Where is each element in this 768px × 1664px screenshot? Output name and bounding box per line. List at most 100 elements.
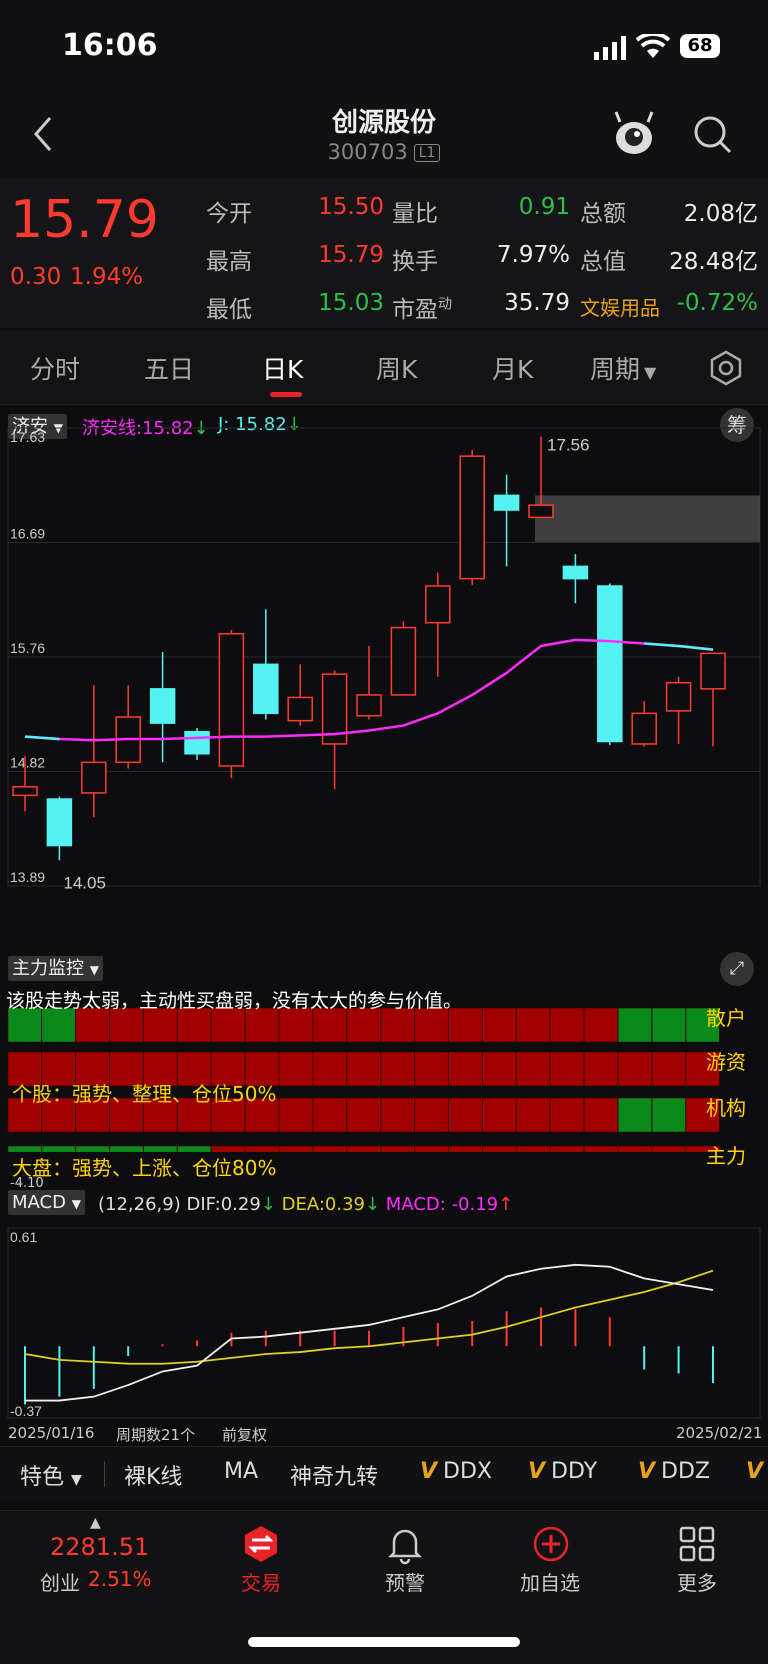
add-watchlist-label[interactable]: 加自选 xyxy=(500,1567,600,1596)
tab-intraday[interactable]: 分时 xyxy=(30,350,80,386)
trade-label[interactable]: 交易 xyxy=(211,1567,311,1596)
toolbar-ddz[interactable]: V DDZ xyxy=(638,1459,710,1484)
ribbon-cell xyxy=(448,1051,483,1087)
ribbon-cell xyxy=(380,1145,415,1152)
expand-icon[interactable]: ⤢ xyxy=(720,952,754,986)
ribbon-cell xyxy=(346,1145,381,1152)
toolbar-featured-label: 特色 xyxy=(20,1465,65,1490)
monitor-name-box: 主力监控 ▼ xyxy=(8,956,103,981)
ribbon-cell xyxy=(651,1097,686,1133)
candle-body xyxy=(631,712,657,745)
ribbon-cell xyxy=(109,1007,144,1043)
macd-params: (12,26,9) xyxy=(98,1194,181,1215)
mcap-label: 总值 xyxy=(580,249,626,275)
tab-monthly-k[interactable]: 月K xyxy=(492,350,533,386)
toolbar-naked-k[interactable]: 裸K线 xyxy=(124,1459,182,1491)
tab-five-day[interactable]: 五日 xyxy=(144,350,194,386)
pe-label: 市盈动 xyxy=(392,290,452,324)
ribbon-cell xyxy=(516,1007,551,1043)
toolbar-ddy-label: DDY xyxy=(551,1459,598,1484)
triangle-down-icon: ▼ xyxy=(89,963,99,977)
jian-line-start xyxy=(24,735,60,741)
ribbon-cell xyxy=(448,1097,483,1133)
retail-label: 散户 xyxy=(706,1006,746,1030)
adjust-mode[interactable]: 前复权 xyxy=(222,1424,267,1445)
ribbon-cell xyxy=(177,1007,212,1043)
ribbon-cell xyxy=(312,1145,347,1152)
mainforce-label: 主力 xyxy=(706,1144,746,1168)
toolbar-more-v[interactable]: V xyxy=(746,1459,768,1484)
toolbar-ddy[interactable]: V DDY xyxy=(528,1459,597,1484)
toolbar-ma[interactable]: MA xyxy=(224,1459,258,1484)
bell-icon[interactable] xyxy=(386,1525,424,1565)
candle-body xyxy=(149,688,176,724)
dif-label: DIF: xyxy=(186,1194,221,1215)
macd-label: MACD: xyxy=(385,1194,446,1215)
dea-label: DEA: xyxy=(281,1194,325,1215)
stock-code-text: 300703 xyxy=(327,140,408,164)
triangle-down-icon: ▼ xyxy=(644,363,657,382)
vip-v-icon: V xyxy=(638,1459,656,1484)
indicator-toolbar: 特色 ▼ 裸K线 MA 神奇九转 V DDX V DDY V DDZ V xyxy=(0,1446,768,1499)
vip-v-icon: V xyxy=(528,1459,546,1484)
ribbon-cell xyxy=(7,1007,42,1043)
macd-name: MACD xyxy=(12,1192,66,1213)
toolbar-featured[interactable]: 特色 ▼ xyxy=(20,1459,82,1491)
y-axis-label: 17.63 xyxy=(10,429,45,445)
tab-weekly-k[interactable]: 周K xyxy=(376,350,417,386)
ribbon-cell xyxy=(278,1007,313,1043)
index-value[interactable]: 2281.51 xyxy=(50,1533,149,1561)
ribbon-cell xyxy=(278,1097,313,1133)
market-status-text: 大盘：强势、上涨、仓位80% xyxy=(12,1156,277,1180)
monitor-small-value: -4.10 xyxy=(10,1176,44,1191)
candle-body xyxy=(46,798,73,847)
price-change: 0.30 xyxy=(10,264,62,290)
low-value: 15.03 xyxy=(318,290,384,316)
toolbar-ddx[interactable]: V DDX xyxy=(420,1459,492,1484)
candle-body xyxy=(218,632,245,767)
kline-chart[interactable]: 17.63 16.69 15.76 14.82 13.89 17.56 14.05 xyxy=(0,406,768,946)
arrow-down-icon: ↓ xyxy=(260,1194,276,1215)
caret-up-icon[interactable]: ▲ xyxy=(90,1515,101,1531)
candle-body xyxy=(459,455,485,580)
settings-hex-icon[interactable] xyxy=(708,350,744,386)
more-label[interactable]: 更多 xyxy=(647,1567,747,1596)
search-icon[interactable] xyxy=(692,114,734,156)
macd-chart[interactable]: 0.61 -0.37 xyxy=(0,1218,768,1428)
monitor-selector[interactable]: 主力监控 ▼ xyxy=(8,954,103,981)
candle-body xyxy=(253,663,279,715)
ribbon-cell xyxy=(651,1145,686,1152)
y-axis-label: 16.69 xyxy=(10,526,45,542)
dea-value: 0.39 xyxy=(324,1194,365,1215)
add-watchlist-icon[interactable] xyxy=(532,1525,570,1563)
pe-label-text: 市盈 xyxy=(392,297,438,323)
quote-panel: 15.79 0.30 1.94% 今开 15.50 最高 15.79 最低 15… xyxy=(0,178,768,328)
macd-selector[interactable]: MACD ▼ xyxy=(8,1190,85,1215)
chart-area: 济安 ▼ 济安线:15.82↓ J: 15.82↓ 筹 17.63 16.69 15… xyxy=(0,406,768,1446)
ribbon-cell xyxy=(346,1051,381,1087)
candle-body xyxy=(390,626,417,696)
trade-icon[interactable] xyxy=(242,1525,280,1563)
mascot-icon[interactable] xyxy=(612,110,656,158)
ribbon-cell xyxy=(448,1145,483,1152)
ribbon-cell xyxy=(380,1007,415,1043)
ribbon-cell xyxy=(143,1007,178,1043)
ribbon-cell xyxy=(617,1145,652,1152)
min-price-label: 14.05 xyxy=(63,873,106,892)
resistance-band xyxy=(535,495,760,542)
toolbar-magic-nine[interactable]: 神奇九转 xyxy=(290,1459,378,1491)
monitor-comment: 该股走势太弱，主动性买盘弱，没有太大的参与价值。 xyxy=(6,990,463,1012)
ribbon-cell xyxy=(380,1097,415,1133)
toolbar-divider xyxy=(104,1461,105,1487)
toolbar-ddx-label: DDX xyxy=(443,1459,492,1484)
alert-label[interactable]: 预警 xyxy=(355,1567,455,1596)
status-time: 16:06 xyxy=(62,28,158,63)
grid-more-icon[interactable] xyxy=(678,1525,716,1563)
tab-daily-k[interactable]: 日K xyxy=(262,350,303,386)
tab-period[interactable]: 周期 ▼ xyxy=(590,350,656,386)
ribbon-cell xyxy=(651,1051,686,1087)
ribbon-cell xyxy=(312,1007,347,1043)
candle-body xyxy=(356,694,382,717)
sector-label[interactable]: 文娱用品 xyxy=(580,292,660,321)
ribbon-cell xyxy=(550,1007,585,1043)
